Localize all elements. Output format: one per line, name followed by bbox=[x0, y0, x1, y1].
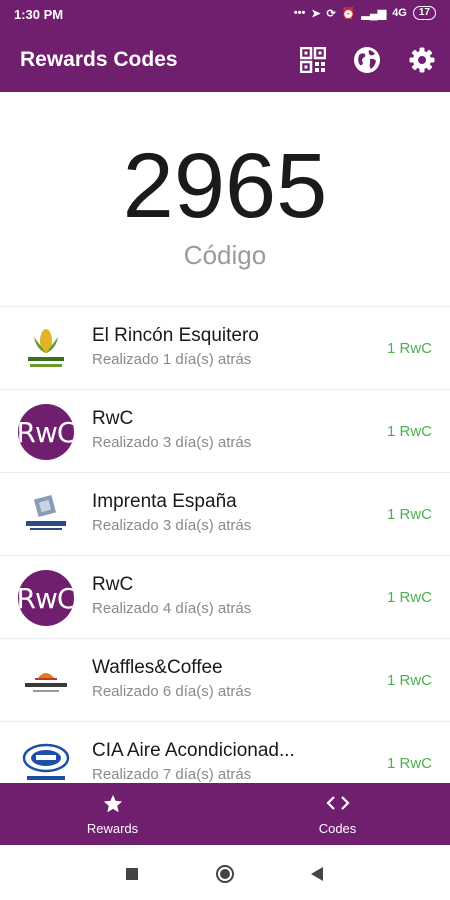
reward-subtitle: Realizado 7 día(s) atrás bbox=[92, 766, 252, 783]
list-item[interactable]: RwC RwC Realizado 3 día(s) atrás 1 RwC bbox=[0, 390, 450, 473]
app-bar: Rewards Codes bbox=[0, 28, 450, 92]
status-bar: 1:30 PM ••• ➤ ⟳ ⏰ ▂▄▆ 4G 17 bbox=[0, 0, 450, 28]
reward-subtitle: Realizado 6 día(s) atrás bbox=[92, 683, 252, 700]
status-time: 1:30 PM bbox=[14, 7, 64, 22]
signal-icon: ▂▄▆ bbox=[361, 7, 387, 20]
square-icon bbox=[126, 868, 138, 880]
settings-icon bbox=[409, 47, 435, 73]
battery-icon: 17 bbox=[412, 6, 436, 20]
reward-name: El Rincón Esquitero bbox=[92, 325, 259, 346]
globe-button[interactable] bbox=[351, 44, 383, 76]
recents-button[interactable] bbox=[125, 867, 139, 886]
system-nav-bar bbox=[0, 845, 450, 900]
reward-badge: 1 RwC bbox=[386, 506, 432, 523]
nav-codes[interactable]: Codes bbox=[225, 783, 450, 845]
corn-logo bbox=[18, 321, 74, 377]
rewards-list[interactable]: El Rincón Esquitero Realizado 1 día(s) a… bbox=[0, 306, 450, 784]
reward-badge: 1 RwC bbox=[386, 589, 432, 606]
code-section: 2965 Código bbox=[0, 92, 450, 306]
reward-name: Waffles&Coffee bbox=[92, 657, 223, 678]
qr-code-icon bbox=[300, 47, 326, 73]
reward-name: RwC bbox=[92, 574, 134, 595]
reward-badge: 1 RwC bbox=[386, 672, 432, 689]
reward-subtitle: Realizado 4 día(s) atrás bbox=[92, 600, 252, 617]
code-label: Código bbox=[183, 240, 267, 270]
reward-subtitle: Realizado 3 día(s) atrás bbox=[92, 517, 252, 534]
globe-icon bbox=[354, 47, 380, 73]
list-item[interactable]: Waffles&Coffee Realizado 6 día(s) atrás … bbox=[0, 639, 450, 722]
network-type: 4G bbox=[392, 7, 407, 19]
reward-badge: 1 RwC bbox=[386, 340, 432, 357]
aircon-logo bbox=[18, 736, 74, 784]
more-icon: ••• bbox=[293, 7, 306, 19]
app-title: Rewards Codes bbox=[20, 48, 178, 71]
code-value: 2965 bbox=[122, 135, 328, 237]
settings-button[interactable] bbox=[406, 44, 438, 76]
list-item[interactable]: CIA Aire Acondicionad... Realizado 7 día… bbox=[0, 722, 450, 784]
reward-badge: 1 RwC bbox=[386, 423, 432, 440]
star-icon bbox=[0, 793, 225, 821]
location-icon: ➤ bbox=[311, 7, 321, 20]
rwc-logo: RwC bbox=[18, 570, 74, 626]
reward-name: CIA Aire Acondicionad... bbox=[92, 740, 295, 761]
status-icons: ••• ➤ ⟳ ⏰ ▂▄▆ 4G 17 bbox=[294, 6, 436, 20]
back-triangle-icon bbox=[311, 867, 323, 881]
code-icon bbox=[225, 793, 450, 819]
sync-off-icon: ⟳ bbox=[326, 7, 336, 20]
reward-name: RwC bbox=[92, 408, 134, 429]
reward-name: Imprenta España bbox=[92, 491, 237, 512]
list-item[interactable]: Imprenta España Realizado 3 día(s) atrás… bbox=[0, 473, 450, 556]
reward-subtitle: Realizado 3 día(s) atrás bbox=[92, 434, 252, 451]
back-button[interactable] bbox=[310, 866, 324, 887]
qr-code-button[interactable] bbox=[297, 44, 329, 76]
waffles-logo bbox=[18, 653, 74, 709]
nav-rewards-label: Rewards bbox=[86, 821, 139, 836]
alarm-icon: ⏰ bbox=[341, 7, 356, 20]
nav-rewards[interactable]: Rewards bbox=[0, 783, 225, 845]
list-item[interactable]: RwC RwC Realizado 4 día(s) atrás 1 RwC bbox=[0, 556, 450, 639]
nav-codes-label: Codes bbox=[318, 821, 357, 836]
list-item[interactable]: El Rincón Esquitero Realizado 1 día(s) a… bbox=[0, 307, 450, 390]
home-button[interactable] bbox=[215, 864, 235, 889]
reward-subtitle: Realizado 1 día(s) atrás bbox=[92, 351, 252, 368]
circle-icon bbox=[216, 865, 234, 883]
bottom-nav: Rewards Codes bbox=[0, 783, 450, 845]
rwc-logo: RwC bbox=[18, 404, 74, 460]
press-logo bbox=[18, 487, 74, 543]
reward-badge: 1 RwC bbox=[386, 755, 432, 772]
